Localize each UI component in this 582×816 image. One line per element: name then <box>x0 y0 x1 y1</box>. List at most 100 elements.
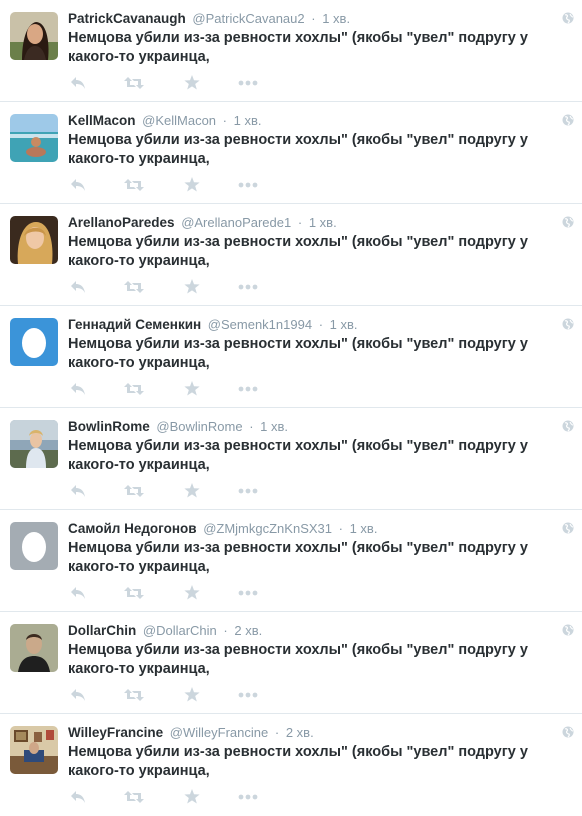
tweet-text: Немцова убили из-за ревности хохлы" (яко… <box>68 642 528 677</box>
tweet-header: ArellanoParedes @ArellanoParede1 · 1 хв. <box>68 214 552 232</box>
separator: · <box>297 215 303 230</box>
tweet-item[interactable]: KellMacon @KellMacon · 1 хв. Немцова уби… <box>0 102 582 204</box>
avatar[interactable] <box>10 318 58 366</box>
timestamp[interactable]: 2 хв. <box>234 623 262 638</box>
username[interactable]: @Semenk1n1994 <box>208 317 312 332</box>
retweet-icon[interactable] <box>124 76 144 94</box>
fullname[interactable]: Самойл Недогонов <box>68 521 197 536</box>
more-icon[interactable] <box>238 488 258 506</box>
separator: · <box>338 521 343 536</box>
favorite-icon[interactable] <box>184 75 200 93</box>
globe-icon <box>562 114 574 126</box>
tweet-item[interactable]: DollarChin @DollarChin · 2 хв. Немцова у… <box>0 612 582 714</box>
tweet-header: Геннадий Семенкин @Semenk1n1994 · 1 хв. <box>68 316 552 334</box>
timestamp[interactable]: 1 хв. <box>309 215 337 230</box>
separator: · <box>249 419 254 434</box>
fullname[interactable]: ArellanoParedes <box>68 215 175 230</box>
tweet-item[interactable]: PatrickCavanaugh @PatrickCavanau2 · 1 хв… <box>0 0 582 102</box>
more-icon[interactable] <box>238 590 258 608</box>
tweet-text: Немцова убили из-за ревности хохлы" (яко… <box>68 540 528 575</box>
tweet-text: Немцова убили из-за ревности хохлы" (яко… <box>68 744 528 779</box>
username[interactable]: @ZMjmkgcZnKnSX31 <box>203 521 332 536</box>
timestamp[interactable]: 2 хв. <box>286 725 314 740</box>
tweet-text: Немцова убили из-за ревности хохлы" (яко… <box>68 30 528 65</box>
favorite-icon[interactable] <box>184 687 200 705</box>
separator: · <box>311 11 316 26</box>
favorite-icon[interactable] <box>184 483 200 501</box>
favorite-icon[interactable] <box>184 381 200 399</box>
avatar[interactable] <box>10 12 58 60</box>
reply-icon[interactable] <box>70 688 86 706</box>
separator: · <box>318 317 324 332</box>
timestamp[interactable]: 1 хв. <box>330 317 358 332</box>
reply-icon[interactable] <box>70 76 86 94</box>
more-icon[interactable] <box>238 182 258 200</box>
tweet-item[interactable]: BowlinRome @BowlinRome · 1 хв. Немцова у… <box>0 408 582 510</box>
username[interactable]: @DollarChin <box>143 623 217 638</box>
fullname[interactable]: BowlinRome <box>68 419 150 434</box>
more-icon[interactable] <box>238 80 258 98</box>
fullname[interactable]: KellMacon <box>68 113 136 128</box>
tweet-text: Немцова убили из-за ревности хохлы" (яко… <box>68 336 528 371</box>
globe-icon <box>562 726 574 738</box>
username[interactable]: @BowlinRome <box>156 419 242 434</box>
reply-icon[interactable] <box>70 178 86 196</box>
reply-icon[interactable] <box>70 382 86 400</box>
retweet-icon[interactable] <box>124 688 144 706</box>
more-icon[interactable] <box>238 386 258 404</box>
tweet-header: Самойл Недогонов @ZMjmkgcZnKnSX31 · 1 хв… <box>68 520 552 538</box>
timestamp[interactable]: 1 хв. <box>234 113 262 128</box>
globe-icon <box>562 318 574 330</box>
retweet-icon[interactable] <box>124 484 144 502</box>
timestamp[interactable]: 1 хв. <box>322 11 350 26</box>
reply-icon[interactable] <box>70 484 86 502</box>
separator: · <box>222 113 228 128</box>
favorite-icon[interactable] <box>184 279 200 297</box>
favorite-icon[interactable] <box>184 789 200 807</box>
favorite-icon[interactable] <box>184 177 200 195</box>
tweet-text: Немцова убили из-за ревности хохлы" (яко… <box>68 234 528 269</box>
username[interactable]: @KellMacon <box>142 113 216 128</box>
retweet-icon[interactable] <box>124 280 144 298</box>
globe-icon <box>562 624 574 636</box>
tweet-item[interactable]: WilleyFrancine @WilleyFrancine · 2 хв. Н… <box>0 714 582 816</box>
retweet-icon[interactable] <box>124 790 144 808</box>
fullname[interactable]: DollarChin <box>68 623 136 638</box>
globe-icon <box>562 216 574 228</box>
avatar[interactable] <box>10 624 58 672</box>
tweet-item[interactable]: Геннадий Семенкин @Semenk1n1994 · 1 хв. … <box>0 306 582 408</box>
tweet-header: DollarChin @DollarChin · 2 хв. <box>68 622 552 640</box>
retweet-icon[interactable] <box>124 586 144 604</box>
fullname[interactable]: Геннадий Семенкин <box>68 317 201 332</box>
reply-icon[interactable] <box>70 790 86 808</box>
fullname[interactable]: WilleyFrancine <box>68 725 163 740</box>
tweet-timeline: PatrickCavanaugh @PatrickCavanau2 · 1 хв… <box>0 0 582 816</box>
retweet-icon[interactable] <box>124 178 144 196</box>
more-icon[interactable] <box>238 284 258 302</box>
username[interactable]: @ArellanoParede1 <box>181 215 291 230</box>
reply-icon[interactable] <box>70 586 86 604</box>
tweet-text: Немцова убили из-за ревности хохлы" (яко… <box>68 132 528 167</box>
avatar[interactable] <box>10 216 58 264</box>
tweet-item[interactable]: ArellanoParedes @ArellanoParede1 · 1 хв.… <box>0 204 582 306</box>
fullname[interactable]: PatrickCavanaugh <box>68 11 186 26</box>
avatar[interactable] <box>10 114 58 162</box>
avatar[interactable] <box>10 420 58 468</box>
avatar[interactable] <box>10 726 58 774</box>
timestamp[interactable]: 1 хв. <box>350 521 378 536</box>
timestamp[interactable]: 1 хв. <box>260 419 288 434</box>
retweet-icon[interactable] <box>124 382 144 400</box>
avatar[interactable] <box>10 522 58 570</box>
tweet-header: WilleyFrancine @WilleyFrancine · 2 хв. <box>68 724 552 742</box>
tweet-item[interactable]: Самойл Недогонов @ZMjmkgcZnKnSX31 · 1 хв… <box>0 510 582 612</box>
globe-icon <box>562 420 574 432</box>
reply-icon[interactable] <box>70 280 86 298</box>
tweet-header: KellMacon @KellMacon · 1 хв. <box>68 112 552 130</box>
favorite-icon[interactable] <box>184 585 200 603</box>
separator: · <box>274 725 280 740</box>
tweet-header: BowlinRome @BowlinRome · 1 хв. <box>68 418 552 436</box>
more-icon[interactable] <box>238 794 258 812</box>
username[interactable]: @PatrickCavanau2 <box>192 11 304 26</box>
more-icon[interactable] <box>238 692 258 710</box>
username[interactable]: @WilleyFrancine <box>170 725 268 740</box>
